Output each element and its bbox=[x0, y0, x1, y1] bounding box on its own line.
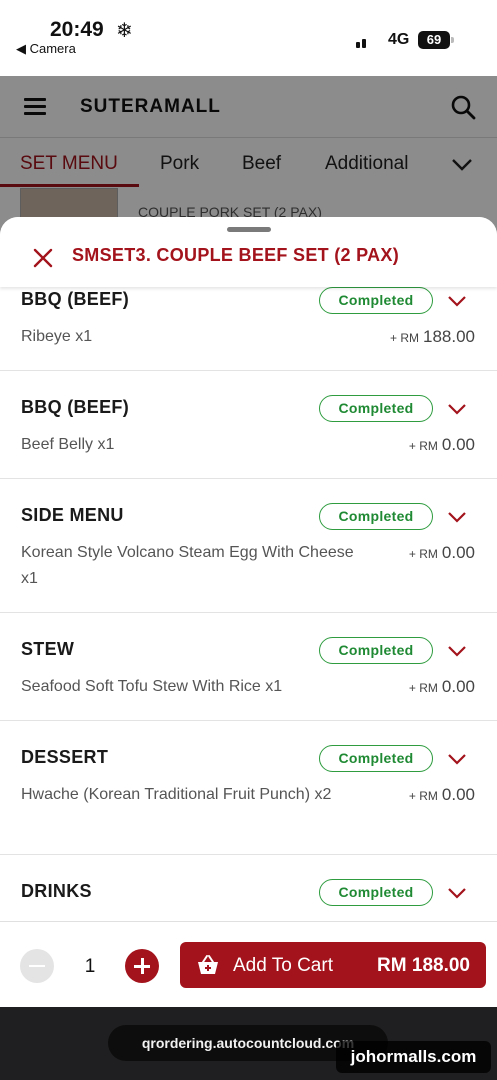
component-price: + RM 0.00 bbox=[408, 435, 475, 454]
set-component-row[interactable]: BBQ (BEEF) Completed Beef Belly x1 + RM 0… bbox=[0, 371, 497, 479]
screen: 20:49 ❄ ◀ Camera 4G 69 SUTERAMALL SET ME… bbox=[0, 0, 497, 1080]
decrease-quantity-button[interactable] bbox=[20, 949, 54, 983]
set-component-row[interactable]: DRINKS Completed bbox=[0, 855, 497, 921]
chevron-down-icon[interactable] bbox=[446, 751, 468, 767]
status-bar: 20:49 ❄ ◀ Camera 4G 69 bbox=[0, 0, 497, 123]
cart-total: RM 188.00 bbox=[377, 955, 470, 976]
component-title: DRINKS bbox=[21, 881, 92, 901]
component-price: + RM 0.00 bbox=[408, 543, 475, 562]
battery-icon: 69 bbox=[418, 31, 454, 49]
component-title: STEW bbox=[21, 639, 75, 659]
component-selection: Hwache (Korean Traditional Fruit Punch) … bbox=[21, 786, 332, 803]
chevron-down-icon[interactable] bbox=[446, 643, 468, 659]
status-badge: Completed bbox=[319, 395, 433, 422]
quantity-value: 1 bbox=[84, 956, 96, 977]
component-price: + RM 0.00 bbox=[408, 677, 475, 696]
component-title: BBQ (BEEF) bbox=[21, 397, 129, 417]
add-to-cart-label: Add To Cart bbox=[233, 955, 333, 976]
basket-add-icon bbox=[198, 955, 218, 974]
set-component-row[interactable]: BBQ (BEEF) Completed Ribeye x1 + RM 188.0… bbox=[0, 287, 497, 371]
increase-quantity-button[interactable] bbox=[125, 949, 159, 983]
sheet-header: SMSET3. COUPLE BEEF SET (2 PAX) bbox=[0, 217, 497, 287]
component-selection: Ribeye x1 bbox=[21, 328, 93, 345]
cart-footer: 1 Add To Cart RM 188.00 bbox=[0, 921, 497, 1007]
sheet-title: SMSET3. COUPLE BEEF SET (2 PAX) bbox=[72, 245, 400, 265]
close-icon[interactable] bbox=[30, 245, 56, 271]
component-price: + RM 0.00 bbox=[408, 785, 475, 804]
chevron-down-icon[interactable] bbox=[446, 401, 468, 417]
set-component-row[interactable]: STEW Completed Seafood Soft Tofu Stew Wi… bbox=[0, 613, 497, 721]
set-component-row[interactable]: SIDE MENU Completed Korean Style Volcano… bbox=[0, 479, 497, 613]
status-badge: Completed bbox=[319, 745, 433, 772]
component-selection: Beef Belly x1 bbox=[21, 436, 115, 453]
set-components-list: BBQ (BEEF) Completed Ribeye x1 + RM 188.0… bbox=[0, 287, 497, 921]
browser-bottom-bar: qrordering.autocountcloud.com johormalls… bbox=[0, 1007, 497, 1080]
set-component-row[interactable]: DESSERT Completed Hwache (Korean Traditi… bbox=[0, 721, 497, 855]
status-badge: Completed bbox=[319, 879, 433, 906]
chevron-down-icon[interactable] bbox=[446, 509, 468, 525]
component-title: SIDE MENU bbox=[21, 505, 124, 525]
status-badge: Completed bbox=[319, 637, 433, 664]
drag-handle[interactable] bbox=[227, 227, 271, 232]
back-to-app-link[interactable]: ◀ Camera bbox=[16, 41, 76, 57]
cellular-signal-icon bbox=[356, 32, 382, 123]
add-to-cart-button[interactable]: Add To Cart RM 188.00 bbox=[180, 942, 486, 988]
network-type: 4G bbox=[388, 31, 410, 48]
component-title: BBQ (BEEF) bbox=[21, 289, 129, 309]
snowflake-icon: ❄ bbox=[116, 20, 133, 42]
status-badge: Completed bbox=[319, 503, 433, 530]
status-badge: Completed bbox=[319, 287, 433, 314]
watermark: johormalls.com bbox=[336, 1041, 491, 1073]
clock: 20:49 bbox=[50, 18, 104, 41]
chevron-down-icon[interactable] bbox=[446, 885, 468, 901]
component-selection: Seafood Soft Tofu Stew With Rice x1 bbox=[21, 678, 283, 695]
chevron-down-icon[interactable] bbox=[446, 293, 468, 309]
component-selection: Korean Style Volcano Steam Egg With Chee… bbox=[21, 544, 354, 587]
component-title: DESSERT bbox=[21, 747, 109, 767]
component-price: + RM 188.00 bbox=[389, 327, 475, 346]
item-detail-sheet: SMSET3. COUPLE BEEF SET (2 PAX) BBQ (BEE… bbox=[0, 217, 497, 1007]
